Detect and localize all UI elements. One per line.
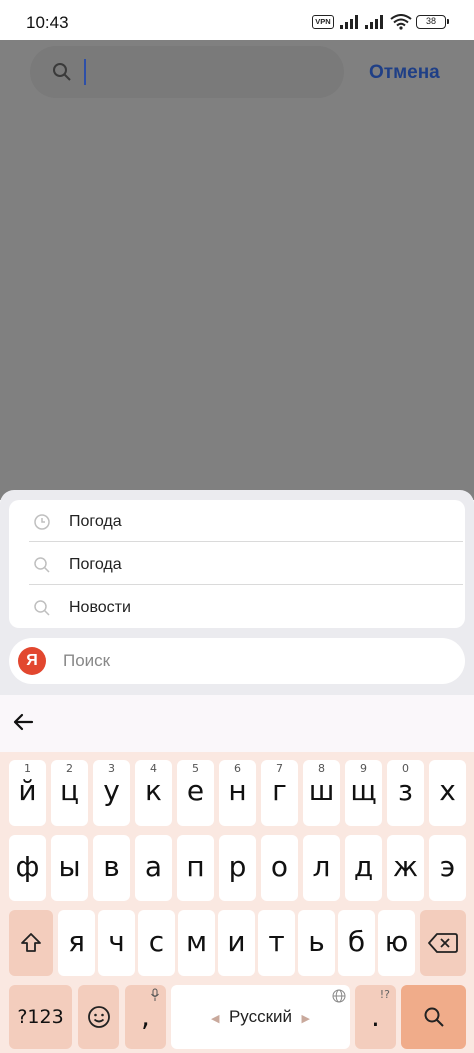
- key-ш[interactable]: 8ш: [303, 760, 340, 826]
- emoji-key[interactable]: [78, 985, 119, 1049]
- key-п[interactable]: п: [177, 835, 214, 901]
- shift-key[interactable]: [9, 910, 53, 976]
- key-щ[interactable]: 9щ: [345, 760, 382, 826]
- key-с[interactable]: с: [138, 910, 175, 976]
- status-time: 10:43: [26, 13, 69, 32]
- key-в[interactable]: в: [93, 835, 130, 901]
- key-ы[interactable]: ы: [51, 835, 88, 901]
- wifi-icon: [390, 14, 412, 30]
- key-р[interactable]: р: [219, 835, 256, 901]
- key-б[interactable]: б: [338, 910, 375, 976]
- period-key[interactable]: !? .: [355, 985, 396, 1049]
- key-е[interactable]: 5е: [177, 760, 214, 826]
- history-icon: [34, 514, 50, 530]
- key-х[interactable]: х: [429, 760, 466, 826]
- suggestion-text: Погода: [69, 556, 122, 573]
- space-label: ◀ Русский ▶: [211, 1007, 310, 1026]
- search-icon: [53, 63, 71, 81]
- suggestions-list: Погода Погода Новости: [9, 500, 465, 628]
- key-н[interactable]: 6н: [219, 760, 256, 826]
- key-ж[interactable]: ж: [387, 835, 424, 901]
- key-а[interactable]: а: [135, 835, 172, 901]
- key-з[interactable]: 0з: [387, 760, 424, 826]
- key-э[interactable]: э: [429, 835, 466, 901]
- suggestion-item[interactable]: Погода: [29, 543, 463, 585]
- chevron-left-icon: ◀: [211, 1013, 220, 1025]
- key-м[interactable]: м: [178, 910, 215, 976]
- dim-overlay[interactable]: [0, 40, 474, 500]
- suggestion-text: Погода: [69, 513, 122, 530]
- search-icon: [424, 1007, 444, 1027]
- vpn-icon: VPN: [312, 15, 334, 29]
- key-и[interactable]: и: [218, 910, 255, 976]
- key-я[interactable]: я: [58, 910, 95, 976]
- key-ф[interactable]: ф: [9, 835, 46, 901]
- text-cursor: [84, 59, 86, 85]
- status-bar: 10:43 VPN 38: [0, 0, 474, 44]
- shift-icon: [21, 933, 41, 952]
- keyboard-toolbar: [0, 695, 474, 752]
- symbols-key[interactable]: ?123: [9, 985, 72, 1049]
- key-о[interactable]: о: [261, 835, 298, 901]
- cancel-button[interactable]: Отмена: [369, 62, 440, 84]
- emoji-icon: [88, 1006, 110, 1028]
- search-icon: [34, 557, 50, 573]
- key-д[interactable]: д: [345, 835, 382, 901]
- search-submit-key[interactable]: [401, 985, 466, 1049]
- backspace-icon: [428, 933, 458, 953]
- suggestion-item[interactable]: Новости: [29, 586, 463, 628]
- search-icon: [34, 600, 50, 616]
- key-г[interactable]: 7г: [261, 760, 298, 826]
- signal-icon: [365, 15, 383, 29]
- key-л[interactable]: л: [303, 835, 340, 901]
- yandex-logo-icon: Я: [18, 647, 46, 675]
- globe-icon: [332, 989, 346, 1003]
- key-у[interactable]: 3у: [93, 760, 130, 826]
- suggestion-text: Новости: [69, 599, 131, 616]
- key-к[interactable]: 4к: [135, 760, 172, 826]
- key-ь[interactable]: ь: [298, 910, 335, 976]
- back-arrow-icon[interactable]: [11, 710, 35, 734]
- key-ц[interactable]: 2ц: [51, 760, 88, 826]
- suggestion-item[interactable]: Погода: [29, 500, 463, 542]
- chevron-right-icon: ▶: [301, 1013, 310, 1025]
- key-ю[interactable]: ю: [378, 910, 415, 976]
- comma-key[interactable]: ,: [125, 985, 166, 1049]
- yandex-search-label: Поиск: [63, 651, 111, 670]
- search-input[interactable]: [30, 46, 344, 98]
- signal-icon: [340, 15, 358, 29]
- battery-icon: 38: [416, 15, 449, 29]
- key-т[interactable]: т: [258, 910, 295, 976]
- key-ч[interactable]: ч: [98, 910, 135, 976]
- space-key[interactable]: ◀ Русский ▶: [171, 985, 350, 1049]
- backspace-key[interactable]: [420, 910, 466, 976]
- key-й[interactable]: 1й: [9, 760, 46, 826]
